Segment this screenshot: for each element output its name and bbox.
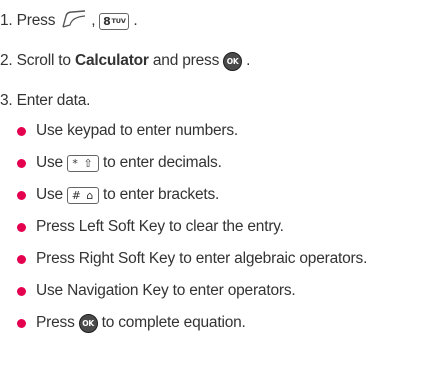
bullet-icon <box>17 190 26 200</box>
key-8-sub: TUV <box>111 17 126 25</box>
bullet-text: to enter decimals. <box>102 154 222 171</box>
bullet-item: Use # ⌂ to enter brackets. <box>17 182 219 208</box>
bullet-icon <box>17 158 26 168</box>
ok-key-icon: OK <box>78 313 98 333</box>
bullet-text: Use keypad to enter numbers. <box>36 122 239 139</box>
bullet-item: Press OK to complete equation. <box>17 310 246 336</box>
bullet-text: Use Navigation Key to enter operators. <box>36 282 296 299</box>
bullet-icon <box>17 126 26 136</box>
ok-key-icon: OK <box>223 51 243 71</box>
bullet-item: Press Left Soft Key to clear the entry. <box>17 214 284 240</box>
bullet-item: Use Navigation Key to enter operators. <box>17 278 296 304</box>
bullet-icon <box>17 254 26 264</box>
bullet-item: Use * ⇧ to enter decimals. <box>17 150 222 176</box>
key-8-main: 8 <box>103 14 111 28</box>
bullet-text: Use <box>36 186 63 203</box>
step-1-text: Press <box>16 12 56 29</box>
bullet-text: Press Right Soft Key to enter algebraic … <box>36 250 368 267</box>
bullet-text: to complete equation. <box>101 314 246 331</box>
bullet-text: to enter brackets. <box>102 186 220 203</box>
step-3-text: Enter data. <box>16 92 91 109</box>
step-2-number: 2. <box>0 52 13 69</box>
step-2-bold: Calculator <box>74 52 149 69</box>
bullet-item: Use keypad to enter numbers. <box>17 118 238 144</box>
bullet-icon <box>17 286 26 296</box>
step-1: 1. Press , 8 TUV. <box>0 8 138 35</box>
step-2: 2. Scroll to Calculator and press OK. <box>0 48 250 74</box>
star-key-icon: * ⇧ <box>66 154 99 172</box>
bullet-icon <box>17 222 26 232</box>
step-3-number: 3. <box>0 92 13 109</box>
step-2-mid: and press <box>152 52 220 69</box>
step-3: 3. Enter data. <box>0 88 90 114</box>
step-2-end: . <box>246 52 251 69</box>
bullet-text: Use <box>36 154 63 171</box>
key-8-icon: 8 TUV <box>99 12 130 30</box>
bullet-text: Press Left Soft Key to clear the entry. <box>36 218 284 235</box>
step-2-text: Scroll to <box>16 52 71 69</box>
step-1-end: . <box>133 12 138 29</box>
bullet-icon <box>17 318 26 328</box>
hash-key-icon: # ⌂ <box>66 186 99 204</box>
bullet-item: Press Right Soft Key to enter algebraic … <box>17 246 367 272</box>
step-1-comma: , <box>91 12 96 29</box>
bullet-text: Press <box>36 314 75 331</box>
menu-key-icon <box>60 8 88 35</box>
step-1-number: 1. <box>0 12 13 29</box>
